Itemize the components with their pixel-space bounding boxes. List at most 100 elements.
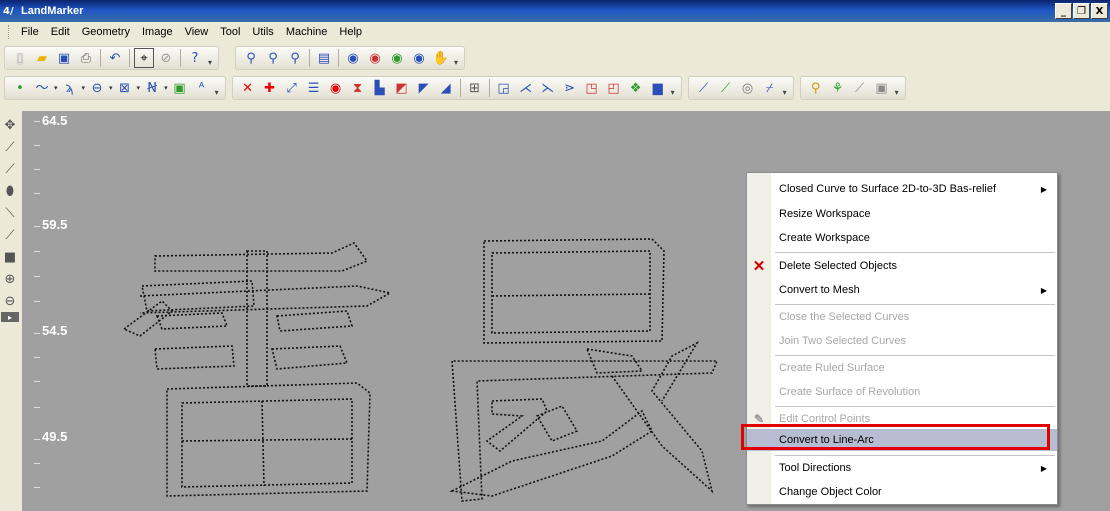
new-file-icon[interactable]: ▯	[10, 48, 30, 68]
move-icon[interactable]: ✚	[260, 78, 280, 98]
dropdown-arrow-icon[interactable]: ▾	[109, 84, 113, 92]
mirror-icon[interactable]: ⧗	[348, 78, 368, 98]
spline-icon[interactable]: Ꞥ	[142, 78, 162, 98]
zoom-fit-icon[interactable]: ⚲	[285, 48, 305, 68]
toolbar-overflow-icon[interactable]: ▾	[213, 79, 221, 97]
help-icon[interactable]: ?	[185, 48, 205, 68]
output-toolbar: ⚲ ⚘ ⟋ ▣ ▾	[799, 76, 906, 100]
smudge-tool-icon[interactable]: ⟍	[1, 202, 19, 224]
save-icon[interactable]: ▣	[54, 48, 74, 68]
toolbar-overflow-icon[interactable]: ▾	[893, 79, 901, 97]
fill-rect-icon[interactable]: ■	[1, 246, 19, 268]
machining-toolbar: ⟋ ⟋ ◎ ⌿ ▾	[687, 76, 794, 100]
menu-view[interactable]: View	[179, 24, 215, 40]
drill-icon[interactable]: ⚲	[806, 78, 826, 98]
toolbar-overflow-icon[interactable]: ▾	[206, 49, 214, 67]
restore-button[interactable]: ❐	[1073, 3, 1090, 19]
menu-edit[interactable]: Edit	[45, 24, 76, 40]
grid-icon[interactable]: ⊞	[465, 78, 485, 98]
menu-geometry[interactable]: Geometry	[76, 24, 136, 40]
machine-icon[interactable]: ▣	[872, 78, 892, 98]
point-icon[interactable]: •	[10, 78, 30, 98]
delete-icon[interactable]: ✕	[238, 78, 258, 98]
view-iso-icon[interactable]: ◉	[409, 48, 429, 68]
fill-icon[interactable]: ▆	[648, 78, 668, 98]
offset-icon[interactable]: ◩	[392, 78, 412, 98]
array-icon[interactable]: ☰	[304, 78, 324, 98]
simulate-icon[interactable]: ⚘	[828, 78, 848, 98]
screen-view-icon[interactable]: ▤	[314, 48, 334, 68]
output-path-icon[interactable]: ⟋	[850, 78, 870, 98]
polyline-icon[interactable]: 〜	[32, 78, 52, 98]
dropdown-arrow-icon[interactable]: ▾	[82, 84, 86, 92]
zoom-out-icon[interactable]: ⚲	[263, 48, 283, 68]
node-edit-icon[interactable]: ◲	[494, 78, 514, 98]
close-button[interactable]: X	[1091, 3, 1108, 19]
brush-tool-icon[interactable]: ⬮	[1, 180, 19, 202]
menu-item-tool-directions[interactable]: Tool Directions ▶	[747, 457, 1057, 479]
menu-tool[interactable]: Tool	[214, 24, 246, 40]
explode-icon[interactable]: ⋗	[560, 78, 580, 98]
toolbar-row-2: • 〜 ▾ ϡ ▾ ⊖ ▾ ⊠ ▾ Ꞥ ▾ ▣ ᴬ ▾ ✕ ✚ ⤢ ☰ ◉ ⧗ ▙ ◩ ◤…	[0, 74, 1110, 102]
line-tool-icon[interactable]: ⟋	[1, 158, 19, 180]
file-toolbar: ▯ ▰ ▣ ⎙ ↶ ⌖ ⊘ ? ▾	[4, 46, 219, 70]
menu-image[interactable]: Image	[136, 24, 179, 40]
tool-path-icon[interactable]: ⟋	[694, 78, 714, 98]
text-curve-icon[interactable]: ᴬ	[192, 78, 212, 98]
view-front-icon[interactable]: ◉	[365, 48, 385, 68]
zoom-out-tool-icon[interactable]: ⊖	[1, 290, 19, 312]
print-icon[interactable]: ⎙	[76, 48, 96, 68]
curve-icon[interactable]: ϡ	[60, 78, 80, 98]
open-folder-icon[interactable]: ▰	[32, 48, 52, 68]
menu-item-change-object-color[interactable]: Change Object Color	[747, 481, 1057, 503]
view-side-icon[interactable]: ◉	[387, 48, 407, 68]
menu-item-closed-curve-to-surface[interactable]: Closed Curve to Surface 2D-to-3D Bas-rel…	[747, 178, 1057, 200]
zoom-in-icon[interactable]: ⚲	[241, 48, 261, 68]
menu-item-delete-selected-objects[interactable]: ✕ Delete Selected Objects	[747, 255, 1057, 277]
reverse-icon[interactable]: ◳	[582, 78, 602, 98]
menu-file[interactable]: File	[15, 24, 45, 40]
dropdown-arrow-icon[interactable]: ▾	[137, 84, 141, 92]
dropdown-arrow-icon[interactable]: ▾	[54, 84, 58, 92]
extend-icon[interactable]: ◢	[436, 78, 456, 98]
engrave-icon[interactable]: ⌿	[760, 78, 780, 98]
pen-tool-icon[interactable]: ⟋	[1, 136, 19, 158]
menu-machine[interactable]: Machine	[280, 24, 334, 40]
profile-icon[interactable]: ⟋	[716, 78, 736, 98]
move-handle-icon[interactable]: ✥	[1, 114, 19, 136]
dropdown-arrow-icon[interactable]: ▾	[164, 84, 168, 92]
menu-item-create-workspace[interactable]: Create Workspace	[747, 227, 1057, 249]
knife-tool-icon[interactable]: ⟋	[1, 224, 19, 246]
toolbar-overflow-icon[interactable]: ▾	[669, 79, 677, 97]
menu-help[interactable]: Help	[333, 24, 368, 40]
circle-icon[interactable]: ⊖	[87, 78, 107, 98]
expand-panel-icon[interactable]: ▸	[1, 312, 19, 322]
zoom-in-tool-icon[interactable]: ⊕	[1, 268, 19, 290]
align-icon[interactable]: ▙	[370, 78, 390, 98]
pan-hand-icon[interactable]: ✋	[431, 48, 451, 68]
pocket-icon[interactable]: ◎	[738, 78, 758, 98]
menubar-grip[interactable]	[8, 25, 11, 39]
view-top-icon[interactable]: ◉	[343, 48, 363, 68]
minimize-button[interactable]: _	[1055, 3, 1072, 19]
menu-item-convert-to-mesh[interactable]: Convert to Mesh ▶	[747, 279, 1057, 301]
menu-item-label: Create Workspace	[779, 232, 870, 244]
frame-icon[interactable]: ▣	[170, 78, 190, 98]
deselect-icon[interactable]: ⊘	[156, 48, 176, 68]
trim-icon[interactable]: ◤	[414, 78, 434, 98]
break-icon[interactable]: ⋌	[516, 78, 536, 98]
toolbar-overflow-icon[interactable]: ▾	[781, 79, 789, 97]
close-curve-icon[interactable]: ◰	[604, 78, 624, 98]
smooth-icon[interactable]: ❖	[626, 78, 646, 98]
curve-drawing[interactable]	[22, 111, 722, 511]
toolbar-separator	[180, 49, 181, 67]
join-icon[interactable]: ⋋	[538, 78, 558, 98]
scale-icon[interactable]: ⤢	[282, 78, 302, 98]
menu-item-resize-workspace[interactable]: Resize Workspace	[747, 203, 1057, 225]
toolbar-overflow-icon[interactable]: ▾	[452, 49, 460, 67]
undo-icon[interactable]: ↶	[105, 48, 125, 68]
rectangle-icon[interactable]: ⊠	[115, 78, 135, 98]
menu-utils[interactable]: Utils	[246, 24, 279, 40]
rotate-icon[interactable]: ◉	[326, 78, 346, 98]
select-tool-icon[interactable]: ⌖	[134, 48, 154, 68]
